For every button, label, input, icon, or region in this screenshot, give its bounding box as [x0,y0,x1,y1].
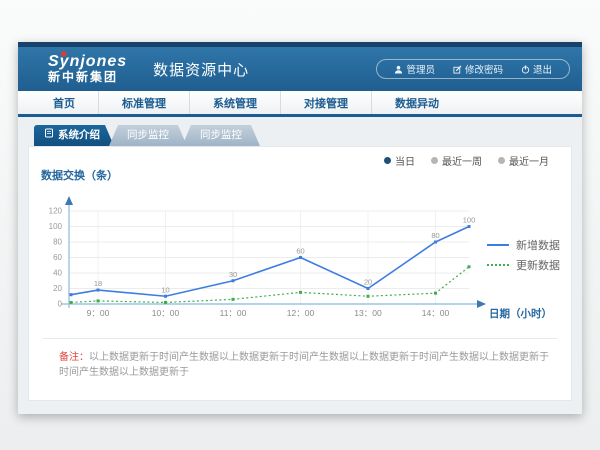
svg-text:11：00: 11：00 [220,308,247,318]
tab-bar: 系统介绍 同步监控 同步监控 [28,125,572,146]
nav-item-home[interactable]: 首页 [30,91,98,114]
y-axis-title: 数据交换（条） [41,167,118,183]
svg-text:120: 120 [49,207,63,216]
desktop-background: Synjones ✱ 新中新集团 数据资源中心 管理员 修改密码 [0,0,600,450]
app-window: Synjones ✱ 新中新集团 数据资源中心 管理员 修改密码 [18,42,582,414]
user-toolbar: 管理员 修改密码 退出 [376,59,570,79]
tab-sync-monitor-1[interactable]: 同步监控 [109,125,187,146]
filter-label: 最近一周 [442,153,482,168]
svg-text:80: 80 [53,238,62,247]
tab-label: 同步监控 [127,125,169,146]
legend-label: 新增数据 [516,237,560,253]
chart-panel: 当日 最近一周 最近一月 数据交换（条） 0 20 40 60 80 100 120 9：00… [28,146,572,401]
svg-text:100: 100 [463,216,476,225]
svg-text:20: 20 [364,278,372,287]
legend-label: 更新数据 [516,257,560,273]
nav-item-system[interactable]: 系统管理 [189,91,280,114]
tab-system-intro[interactable]: 系统介绍 [34,125,114,146]
tab-sync-monitor-2[interactable]: 同步监控 [182,125,260,146]
svg-text:100: 100 [49,222,63,231]
user-name-label: 管理员 [406,62,435,76]
svg-text:20: 20 [53,284,62,293]
svg-text:60: 60 [53,253,62,262]
company-logo: Synjones ✱ 新中新集团 [48,54,127,83]
radio-icon [498,157,505,164]
svg-text:30: 30 [229,270,237,279]
svg-text:10: 10 [161,285,169,294]
tab-label: 系统介绍 [58,125,100,146]
page-title: 数据资源中心 [153,59,249,80]
divider [43,338,557,339]
logout-label: 退出 [533,62,552,76]
document-icon [44,125,54,146]
change-password-label: 修改密码 [465,62,503,76]
svg-text:40: 40 [53,269,62,278]
nav-item-integration[interactable]: 对接管理 [280,91,371,114]
radio-icon [431,157,438,164]
legend-swatch-solid [487,244,509,246]
footnote: 备注：以上数据更新于时间产生数据以上数据更新于时间产生数据以上数据更新于时间产生… [59,350,555,380]
footnote-prefix: 备注： [59,352,89,363]
main-nav: 首页 标准管理 系统管理 对接管理 数据异动 [18,91,582,117]
svg-text:12：00: 12：00 [287,308,315,318]
legend-item-update-data[interactable]: 更新数据 [487,255,560,275]
content-area: 系统介绍 同步监控 同步监控 当日 最近一周 [18,117,582,409]
filter-label: 最近一月 [509,153,549,168]
logo-star-icon: ✱ [60,50,68,59]
nav-item-standards[interactable]: 标准管理 [98,91,189,114]
logo-subtext: 新中新集团 [48,71,127,84]
filter-today[interactable]: 当日 [384,153,415,168]
filter-last-week[interactable]: 最近一周 [431,153,482,168]
svg-text:60: 60 [296,247,304,256]
nav-item-data-changes[interactable]: 数据异动 [371,91,462,114]
app-header: Synjones ✱ 新中新集团 数据资源中心 管理员 修改密码 [18,47,582,91]
chart-legend: 新增数据 更新数据 [487,235,560,275]
time-range-filters: 当日 最近一周 最近一月 [384,153,549,168]
svg-text:80: 80 [431,231,439,240]
user-menu[interactable]: 管理员 [385,62,444,76]
filter-last-month[interactable]: 最近一月 [498,153,549,168]
svg-text:13：00: 13：00 [354,308,382,318]
logout-button[interactable]: 退出 [512,62,561,76]
change-password-button[interactable]: 修改密码 [444,62,512,76]
edit-icon [453,65,462,74]
power-icon [521,65,530,74]
svg-text:18: 18 [94,279,102,288]
svg-text:日期（小时）: 日期（小时） [489,307,552,320]
filter-label: 当日 [395,153,415,168]
legend-item-new-data[interactable]: 新增数据 [487,235,560,255]
user-icon [394,65,403,74]
tab-label: 同步监控 [200,125,242,146]
legend-swatch-dotted [487,264,509,266]
svg-text:10：00: 10：00 [152,308,180,318]
footnote-text: 以上数据更新于时间产生数据以上数据更新于时间产生数据以上数据更新于时间产生数据以… [59,352,549,378]
svg-text:9：00: 9：00 [87,308,110,318]
radio-icon [384,157,391,164]
svg-text:0: 0 [58,300,63,309]
svg-text:14：00: 14：00 [422,308,450,318]
